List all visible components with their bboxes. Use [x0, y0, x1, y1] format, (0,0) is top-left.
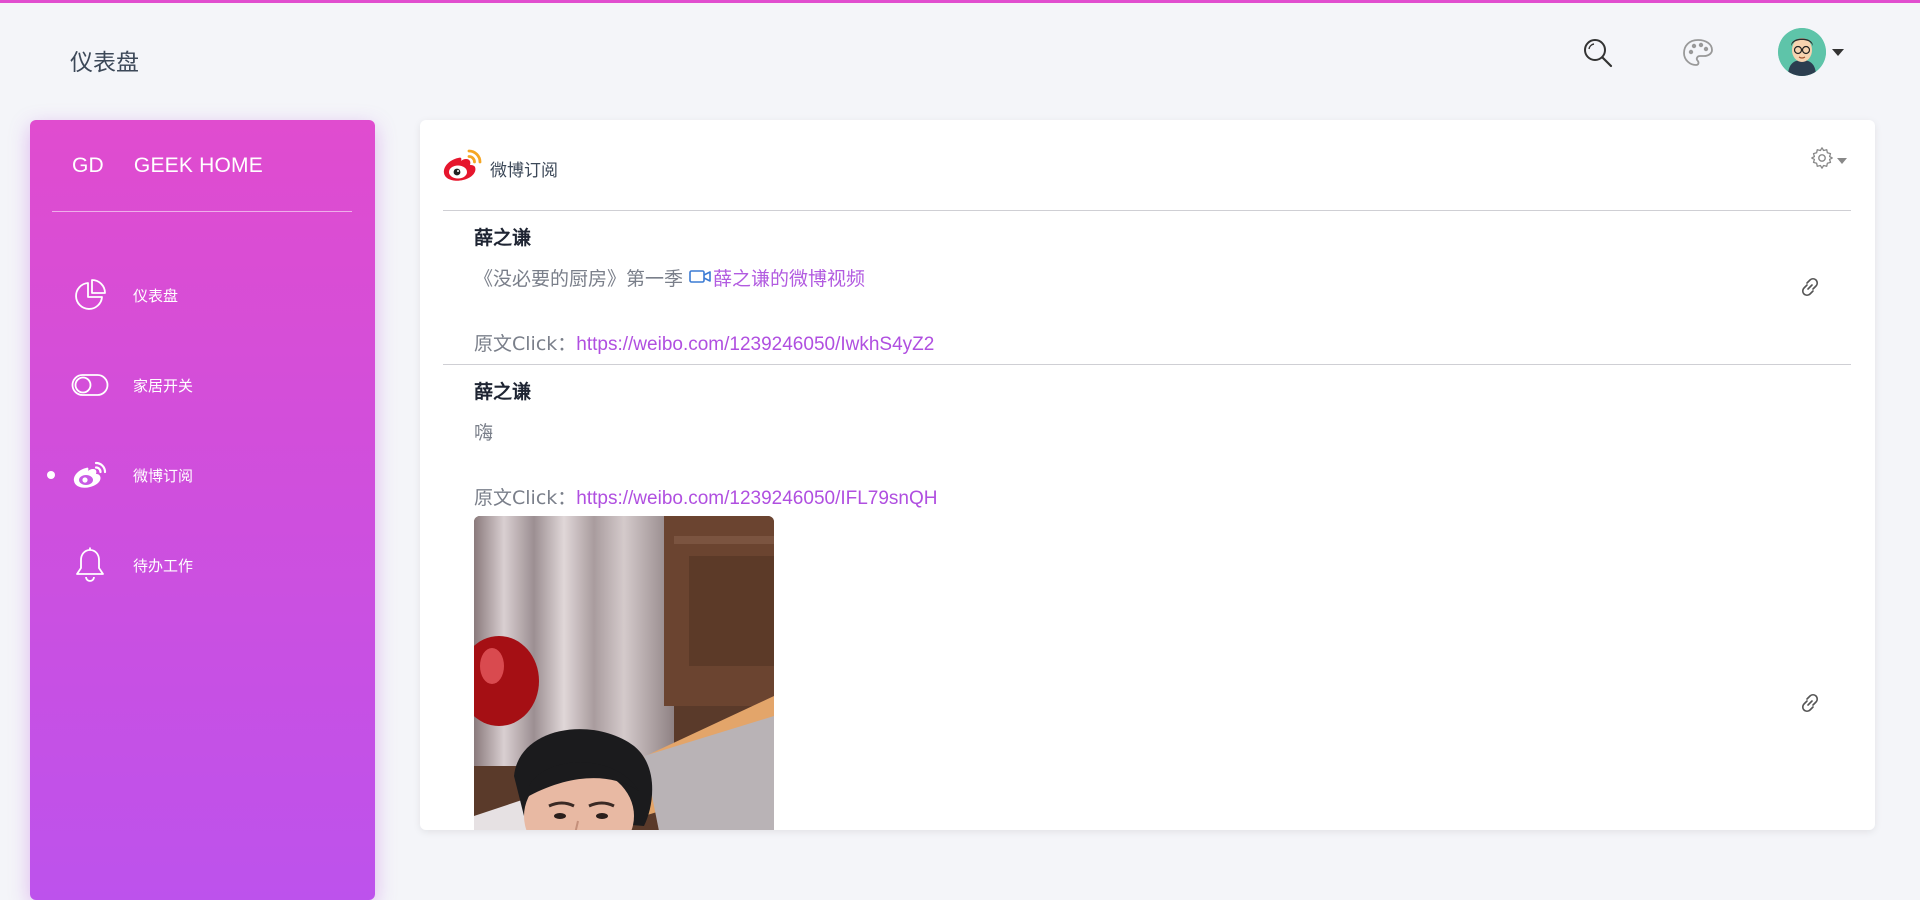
sidebar-item-home-switch[interactable]: 家居开关 [30, 340, 375, 430]
source-label: 原文Click： [474, 487, 577, 509]
weibo-logo-icon [442, 148, 484, 189]
post-text-content: 《没必要的厨房》第一季 [474, 268, 684, 290]
user-menu[interactable] [1778, 28, 1844, 76]
sidebar-item-label: 微博订阅 [133, 466, 194, 485]
palette-icon[interactable] [1678, 33, 1718, 73]
active-indicator [47, 471, 55, 479]
top-header: 仪表盘 [0, 3, 1920, 113]
weibo-icon [70, 455, 110, 495]
video-link[interactable]: 薛之谦的微博视频 [689, 264, 865, 291]
post-source: 原文Click：https://weibo.com/1239246050/Iwk… [474, 329, 1834, 356]
sidebar-item-todo[interactable]: 待办工作 [30, 520, 375, 610]
source-link[interactable]: https://weibo.com/1239246050/IwkhS4yZ2 [576, 334, 934, 355]
post-image[interactable] [474, 516, 774, 830]
sidebar-item-weibo[interactable]: 微博订阅 [30, 430, 375, 520]
sidebar-item-label: 家居开关 [133, 376, 194, 395]
sidebar-item-label: 仪表盘 [133, 286, 179, 305]
post-source: 原文Click：https://weibo.com/1239246050/IFL… [474, 483, 1834, 510]
post-author: 薛之谦 [474, 227, 532, 249]
toggle-icon [70, 365, 110, 405]
post-text: 嗨 [474, 418, 1834, 445]
brand-divider [52, 211, 352, 212]
weibo-post: 薛之谦 《没必要的厨房》第一季 薛之谦的微博视频 原文Click：https:/… [474, 223, 1834, 356]
pie-chart-icon [70, 275, 110, 315]
page-title: 仪表盘 [70, 50, 139, 76]
bell-icon [70, 545, 110, 585]
card-settings-button[interactable] [1810, 146, 1847, 175]
brand-name: GEEK HOME [133, 154, 263, 177]
avatar[interactable] [1778, 28, 1826, 76]
brand[interactable]: GD GEEK HOME [72, 154, 263, 178]
brand-short: GD [72, 154, 104, 177]
post-author: 薛之谦 [474, 381, 532, 403]
chevron-down-icon[interactable] [1832, 48, 1844, 56]
sidebar-item-label: 待办工作 [133, 556, 194, 575]
sidebar-nav: 仪表盘 家居开关 微博订阅 待办工作 [30, 250, 375, 610]
card-title: 微博订阅 [490, 161, 558, 181]
weibo-post: 薛之谦 嗨 原文Click：https://weibo.com/12392460… [474, 377, 1834, 830]
chevron-down-icon [1837, 157, 1847, 164]
source-link[interactable]: https://weibo.com/1239246050/IFL79snQH [576, 488, 937, 509]
weibo-card: 微博订阅 薛之谦 《没必要的厨房》第一季 薛之谦的微博视频 原文Click：ht… [420, 120, 1875, 830]
link-icon[interactable] [1795, 688, 1825, 718]
sidebar: GD GEEK HOME 仪表盘 家居开关 微博订阅 待办工作 [30, 120, 375, 900]
source-label: 原文Click： [474, 333, 577, 355]
video-link-text: 薛之谦的微博视频 [713, 268, 866, 290]
search-icon[interactable] [1578, 33, 1618, 73]
gear-icon [1810, 146, 1834, 175]
post-text-content: 嗨 [474, 422, 494, 444]
sidebar-item-dashboard[interactable]: 仪表盘 [30, 250, 375, 340]
post-text: 《没必要的厨房》第一季 薛之谦的微博视频 [474, 264, 1834, 291]
link-icon[interactable] [1795, 272, 1825, 302]
post-divider [443, 210, 1851, 211]
post-divider [443, 364, 1851, 365]
video-camera-icon [689, 267, 713, 289]
card-header: 微博订阅 [442, 148, 558, 189]
